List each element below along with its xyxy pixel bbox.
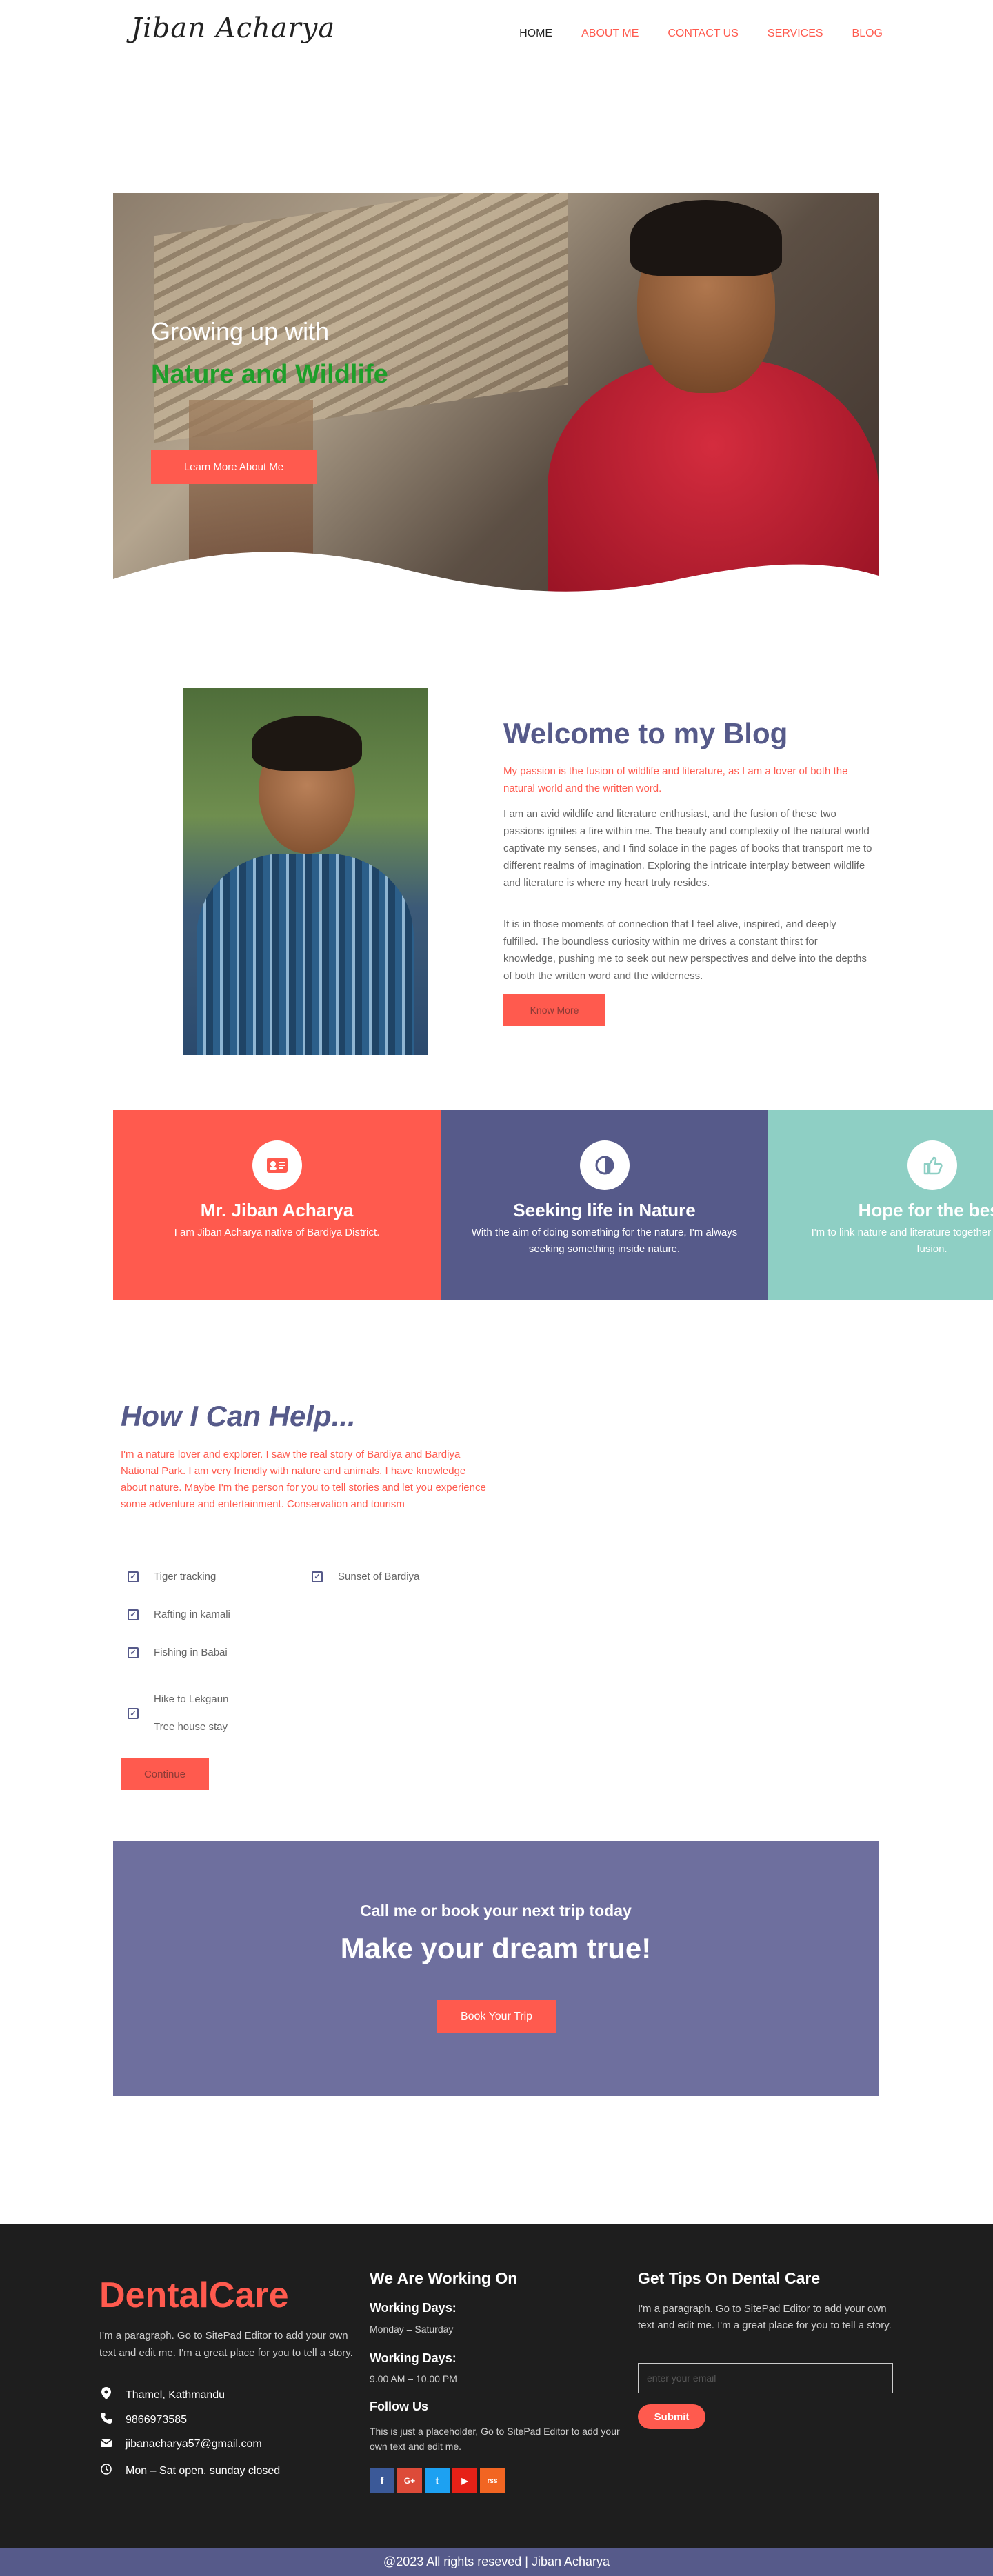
clock-icon (99, 2464, 113, 2478)
footer-hours: Mon – Sat open, sunday closed (99, 2464, 280, 2478)
feature-card-title: Hope for the best (858, 1200, 993, 1220)
know-more-button[interactable]: Know More (503, 994, 605, 1026)
nav-contact[interactable]: CONTACT US (668, 28, 739, 40)
book-trip-button[interactable]: Book Your Trip (437, 2000, 556, 2033)
cta-banner: Call me or book your next trip today Mak… (113, 1841, 879, 2096)
checkbox-icon: ✓ (128, 1571, 139, 1582)
thumbs-up-icon (907, 1140, 957, 1190)
half-circle-icon (579, 1140, 630, 1190)
hero-title-line2: Nature and Wildlife (151, 360, 388, 389)
nav-home[interactable]: HOME (519, 28, 552, 40)
footer-address: Thamel, Kathmandu (99, 2387, 225, 2403)
working-days-label: Working Days: (370, 2301, 457, 2315)
google-plus-icon[interactable]: G+ (397, 2468, 422, 2493)
welcome-title: Welcome to my Blog (503, 717, 788, 749)
feature-card-text: I'm to link nature and literature togeth… (811, 1227, 993, 1255)
feature-card-text: I am Jiban Acharya native of Bardiya Dis… (174, 1227, 380, 1238)
checkbox-icon: ✓ (312, 1571, 323, 1582)
footer-email: jibanacharya57@gmail.com (99, 2438, 262, 2451)
footer-phone: 9866973585 (99, 2413, 187, 2427)
site-logo[interactable]: Jiban Acharya (131, 12, 335, 44)
copyright-bar: @2023 All rights reseved | Jiban Acharya (0, 2548, 993, 2576)
footer-working-title: We Are Working On (370, 2269, 518, 2287)
cta-subtitle: Call me or book your next trip today (360, 1902, 632, 1920)
youtube-icon[interactable]: ▶ (452, 2468, 477, 2493)
working-hours-value: 9.00 AM – 10.00 PM (370, 2373, 457, 2384)
checkbox-icon: ✓ (128, 1647, 139, 1658)
newsletter-email-input[interactable] (638, 2363, 893, 2393)
twitter-icon[interactable]: t (425, 2468, 450, 2493)
footer-brand: DentalCare (99, 2275, 289, 2315)
feature-cards: Mr. Jiban Acharya I am Jiban Acharya nat… (113, 1110, 993, 1300)
feature-card-text: With the aim of doing something for the … (471, 1227, 738, 1255)
phone-icon (99, 2413, 113, 2427)
service-item: ✓ Fishing in Babai (128, 1647, 228, 1658)
rss-icon[interactable]: rss (480, 2468, 505, 2493)
working-days-value: Monday – Saturday (370, 2324, 454, 2335)
hero-banner: Growing up with Nature and Wildlife Lear… (113, 193, 879, 627)
nav-services[interactable]: SERVICES (768, 28, 823, 40)
feature-card-hope: Hope for the best I'm to link nature and… (768, 1110, 993, 1300)
facebook-icon[interactable]: f (370, 2468, 394, 2493)
site-header: Jiban Acharya HOME ABOUT ME CONTACT US S… (0, 0, 993, 72)
working-hours-label: Working Days: (370, 2351, 457, 2365)
welcome-paragraph-1: I am an avid wildlife and literature ent… (503, 808, 872, 889)
help-title: How I Can Help... (121, 1400, 356, 1432)
id-card-icon (252, 1140, 302, 1190)
envelope-icon (99, 2438, 113, 2451)
follow-text: This is just a placeholder, Go to SitePa… (370, 2426, 620, 2452)
cta-title: Make your dream true! (340, 1932, 652, 1964)
service-item: ✓ Rafting in kamali (128, 1609, 230, 1620)
nav-about[interactable]: ABOUT ME (581, 28, 639, 40)
checkbox-icon: ✓ (128, 1708, 139, 1719)
site-footer: DentalCare I'm a paragraph. Go to SitePa… (0, 2224, 993, 2548)
service-item: ✓ Sunset of Bardiya (312, 1571, 419, 1582)
main-nav: HOME ABOUT ME CONTACT US SERVICES BLOG (519, 28, 883, 40)
feature-card-about: Mr. Jiban Acharya I am Jiban Acharya nat… (113, 1110, 441, 1300)
service-item: ✓ Tiger tracking (128, 1571, 216, 1582)
feature-card-title: Mr. Jiban Acharya (200, 1200, 354, 1220)
footer-about-text: I'm a paragraph. Go to SitePad Editor to… (99, 2330, 353, 2359)
feature-card-title: Seeking life in Nature (513, 1200, 696, 1220)
social-links: f G+ t ▶ rss (370, 2468, 505, 2493)
feature-card-nature: Seeking life in Nature With the aim of d… (441, 1110, 768, 1300)
footer-tips-text: I'm a paragraph. Go to SitePad Editor to… (638, 2303, 892, 2331)
service-item: ✓ Hike to Lekgaun Tree house stay (128, 1686, 228, 1741)
follow-title: Follow Us (370, 2399, 428, 2413)
learn-more-button[interactable]: Learn More About Me (151, 450, 317, 484)
nav-blog[interactable]: BLOG (852, 28, 883, 40)
map-pin-icon (99, 2387, 113, 2403)
welcome-subtitle: My passion is the fusion of wildlife and… (503, 765, 848, 794)
continue-button[interactable]: Continue (121, 1758, 209, 1790)
newsletter-submit-button[interactable]: Submit (638, 2404, 705, 2429)
hero-title-line1: Growing up with (151, 317, 330, 345)
hero-wave-divider (113, 552, 879, 627)
help-text: I'm a nature lover and explorer. I saw t… (121, 1449, 486, 1510)
welcome-paragraph-2: It is in those moments of connection tha… (503, 918, 867, 982)
checkbox-icon: ✓ (128, 1609, 139, 1620)
welcome-portrait-photo (183, 688, 428, 1055)
footer-tips-title: Get Tips On Dental Care (638, 2269, 821, 2287)
